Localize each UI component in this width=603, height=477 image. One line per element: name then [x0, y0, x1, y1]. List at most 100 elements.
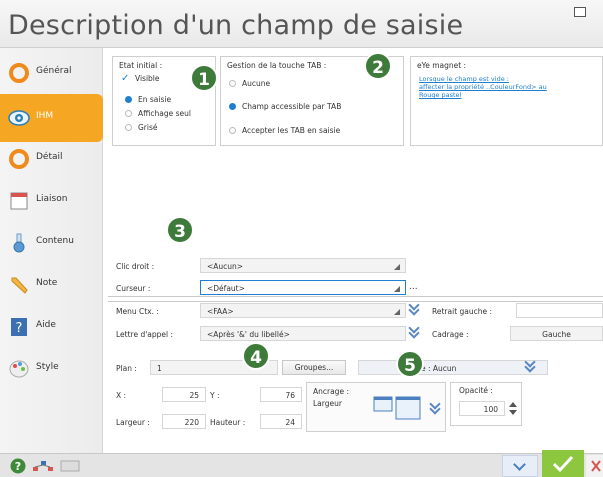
visible-checkbox[interactable]: ✓ Visible: [121, 73, 160, 84]
radio-label: Aucune: [242, 79, 271, 88]
x-label: X :: [116, 391, 127, 400]
double-chevron-down-icon[interactable]: [429, 398, 443, 415]
cadrage-select[interactable]: Gauche: [510, 326, 603, 341]
radio-label: Champ accessible par TAB: [242, 102, 342, 111]
y-value: 76: [285, 391, 295, 400]
sidebar-item-label: Style: [36, 362, 59, 372]
sidebar-item-label: Liaison: [36, 194, 68, 204]
lettre-appel-select[interactable]: <Après '&' du libellé>: [200, 326, 406, 341]
resize-grip-icon: [394, 286, 400, 292]
clic-droit-select[interactable]: <Aucun>: [200, 258, 406, 273]
sidebar-item-detail[interactable]: Détail: [0, 138, 103, 180]
radio-grise[interactable]: Grisé: [125, 123, 158, 132]
palette-icon: [9, 360, 29, 378]
largeur-value: 220: [184, 418, 199, 427]
opacite-spinner[interactable]: [509, 401, 517, 416]
menu-ctx-label: Menu Ctx. :: [116, 307, 159, 316]
sidebar-item-contenu[interactable]: Contenu: [0, 222, 103, 264]
radio-dot: [229, 103, 236, 110]
retrait-gauche-input[interactable]: [516, 303, 603, 318]
largeur-label: Largeur :: [116, 418, 150, 427]
ancrage-mode-value: e : Aucun: [421, 364, 457, 373]
sidebar-item-label: Contenu: [36, 236, 74, 246]
anchor-window-icon[interactable]: [373, 395, 421, 421]
sidebar-item-liaison[interactable]: Liaison: [0, 180, 103, 222]
sidebar-item-general[interactable]: Général: [0, 52, 103, 94]
ok-button[interactable]: [542, 450, 584, 477]
menu-ctx-value: <FAA>: [207, 307, 234, 316]
menu-ctx-select[interactable]: <FAA>: [200, 303, 406, 318]
keyboard-icon[interactable]: [60, 458, 80, 474]
radio-dot: [125, 96, 132, 103]
title-bar: Description d'un champ de saisie: [0, 0, 603, 48]
curseur-label: Curseur :: [116, 284, 151, 293]
x-input[interactable]: 25: [162, 387, 206, 402]
check-icon: [552, 455, 574, 473]
radio-label: Grisé: [138, 123, 158, 132]
lettre-appel-value: <Après '&' du libellé>: [207, 330, 290, 339]
retrait-gauche-label: Retrait gauche :: [432, 307, 493, 316]
groupes-button[interactable]: Groupes...: [282, 360, 346, 375]
footer-bar: ?: [0, 450, 603, 477]
sidebar-item-label: IHM: [36, 111, 54, 121]
double-chevron-down-icon[interactable]: [408, 299, 422, 316]
opacite-group: Opacité : 100: [450, 382, 522, 426]
close-icon: [591, 460, 601, 472]
etat-initial-title: Etat initial :: [119, 61, 163, 70]
visible-label: Visible: [135, 74, 160, 83]
svg-text:?: ?: [16, 321, 23, 336]
step-badge-1: 1: [190, 64, 218, 92]
curseur-more-button[interactable]: ...: [409, 282, 418, 292]
radio-dot: [229, 80, 236, 87]
opacite-label: Opacité :: [459, 386, 493, 395]
radio-affichage-seul[interactable]: Affichage seul: [125, 109, 191, 118]
ancrage-label: Ancrage :: [313, 387, 349, 396]
sidebar-item-note[interactable]: Note: [0, 264, 103, 306]
lettre-appel-label: Lettre d'appel :: [116, 330, 174, 339]
sidebar-item-style[interactable]: Style: [0, 348, 103, 390]
step-badge-3: 3: [166, 216, 194, 244]
step-badge-4: 4: [242, 342, 270, 370]
double-chevron-down-icon[interactable]: [408, 322, 422, 339]
help-icon: ?: [11, 318, 27, 336]
double-chevron-down-icon[interactable]: [524, 356, 538, 373]
radio-dot: [125, 110, 132, 117]
magnet-group: eYe magnet : Lorsque le champ est vide :…: [410, 56, 603, 146]
sidebar-item-label: Aide: [36, 320, 56, 330]
cancel-button[interactable]: [586, 455, 603, 477]
hauteur-value: 24: [285, 418, 295, 427]
hauteur-input[interactable]: 24: [260, 414, 302, 429]
sidebar-item-aide[interactable]: ? Aide: [0, 306, 103, 348]
network-icon[interactable]: [32, 458, 54, 474]
ancrage-sub-label: Largeur: [313, 399, 342, 408]
radio-tab-accessible[interactable]: Champ accessible par TAB: [229, 102, 341, 111]
largeur-input[interactable]: 220: [162, 414, 206, 429]
magnet-link-line-2[interactable]: affecter la propriété ..CouleurFond> au: [419, 83, 547, 91]
ancrage-mode-select[interactable]: e : Aucun: [358, 360, 548, 375]
radio-label: Affichage seul: [138, 109, 191, 118]
clic-droit-value: <Aucun>: [207, 262, 244, 271]
step-badge-2: 2: [364, 52, 392, 80]
resize-grip-icon: [394, 309, 400, 315]
pencil-icon: [11, 277, 28, 294]
radio-dot: [125, 124, 132, 131]
magnet-link-line-1[interactable]: Lorsque le champ est vide :: [419, 75, 509, 83]
radio-label: En saisie: [138, 95, 172, 104]
opacite-input[interactable]: 100: [459, 401, 505, 416]
curseur-select[interactable]: <Défaut>: [200, 280, 406, 295]
radio-tab-accepter[interactable]: Accepter les TAB en saisie: [229, 126, 340, 135]
y-input[interactable]: 76: [260, 387, 302, 402]
radio-en-saisie[interactable]: En saisie: [125, 95, 171, 104]
magnet-link-line-3[interactable]: Rouge pastel: [419, 91, 461, 99]
maximize-button[interactable]: [574, 7, 586, 17]
main-content: Etat initial : ✓ Visible En saisie Affich…: [104, 48, 603, 453]
separator: [108, 301, 603, 302]
radio-tab-aucune[interactable]: Aucune: [229, 79, 270, 88]
radio-dot: [229, 127, 236, 134]
curseur-value: <Défaut>: [207, 284, 245, 293]
collapse-button[interactable]: [502, 455, 538, 477]
help-circle-icon[interactable]: ?: [10, 458, 26, 474]
svg-text:?: ?: [15, 460, 21, 473]
sidebar-item-ihm[interactable]: IHM: [0, 94, 103, 142]
check-icon: ✓: [121, 73, 130, 84]
